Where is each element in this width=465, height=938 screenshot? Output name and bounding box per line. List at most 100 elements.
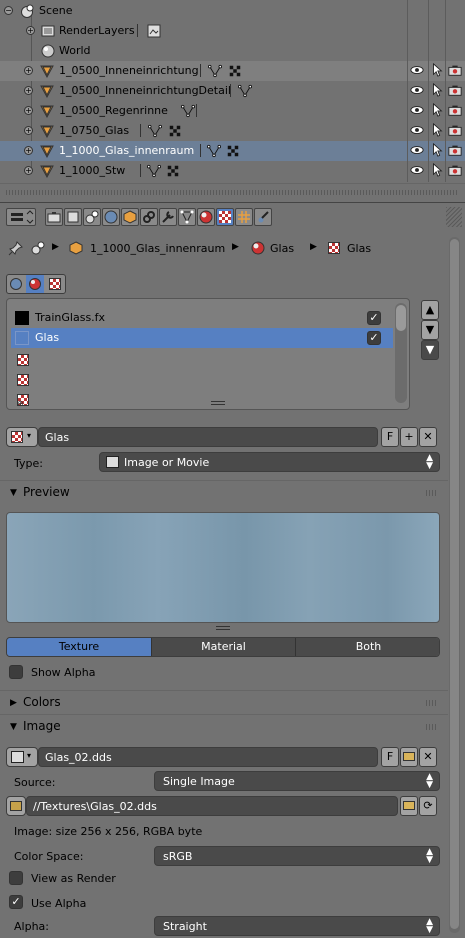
resize-grip[interactable] [6,190,459,195]
scrollbar-thumb[interactable] [450,239,459,929]
material-context-button[interactable] [26,275,44,293]
editor-type-button[interactable] [6,208,36,226]
selectability-cursor-icon[interactable] [430,82,444,97]
mesh-data-icon[interactable] [207,144,223,160]
material-data-icon[interactable] [228,64,244,80]
preview-tab-both[interactable]: Both [295,638,439,656]
open-image-button[interactable] [400,747,418,767]
renderability-camera-icon[interactable] [448,83,462,97]
renderability-camera-icon[interactable] [448,163,462,177]
preview-tab-texture[interactable]: Texture [7,638,151,656]
tab-constraints[interactable] [140,208,158,226]
image-browse-button[interactable]: ▾ [6,747,38,767]
colors-panel-header[interactable]: ▶ Colors [0,690,448,714]
expand-toggle-icon[interactable]: + [24,146,33,155]
tab-texture[interactable] [216,208,234,226]
material-data-icon[interactable] [226,144,242,160]
list-item-active[interactable]: Glas ✓ [11,328,393,348]
visibility-eye-icon[interactable] [410,123,424,137]
tab-physics[interactable] [254,208,272,226]
list-item[interactable]: TrainGlass.fx ✓ [11,308,393,328]
outliner-row-scene[interactable]: − Scene [0,1,465,21]
alpha-mode-dropdown[interactable]: Straight ▲ ▼ [154,916,440,936]
color-space-dropdown[interactable]: sRGB ▲ ▼ [154,846,440,866]
fake-user-button[interactable]: F [381,427,399,447]
list-scrollbar[interactable] [395,303,407,403]
expand-toggle-icon[interactable]: + [24,86,33,95]
filepath-field[interactable]: //Textures\Glas_02.dds [26,796,398,816]
renderability-camera-icon[interactable] [448,123,462,137]
preview-panel-header[interactable]: ▼ Preview [0,480,448,504]
collapse-toggle-icon[interactable]: − [4,6,13,15]
tab-object[interactable] [121,208,139,226]
mesh-data-icon[interactable] [238,84,254,100]
mesh-data-icon[interactable] [208,64,224,80]
new-texture-button[interactable]: + [400,427,418,447]
tab-modifiers[interactable] [159,208,177,226]
tab-data[interactable] [178,208,196,226]
preview-tab-material[interactable]: Material [151,638,295,656]
type-dropdown[interactable]: Image or Movie ▲ ▼ [99,452,440,472]
material-data-icon[interactable] [168,124,184,140]
outliner-row-world[interactable]: World [0,41,465,61]
image-panel-header[interactable]: ▼ Image [0,714,448,738]
selectability-cursor-icon[interactable] [430,102,444,117]
expand-toggle-icon[interactable]: + [24,106,33,115]
outliner-row-renderlayers[interactable]: + RenderLayers [0,21,465,41]
image-name-field[interactable]: Glas_02.dds [38,747,378,767]
selectability-cursor-icon[interactable] [430,162,444,177]
texture-browse-button[interactable]: ▾ [6,427,38,447]
pack-image-button[interactable] [6,796,26,816]
visibility-eye-icon[interactable] [410,83,424,97]
reload-image-button[interactable]: ⟳ [419,796,437,816]
list-resize-handle[interactable] [211,401,225,405]
specials-menu-button[interactable]: ▼ [421,340,439,360]
slot-enable-checkbox[interactable]: ✓ [367,311,381,325]
material-data-icon[interactable] [166,164,182,180]
selectability-cursor-icon[interactable] [430,62,444,77]
expand-toggle-icon[interactable]: + [24,166,33,175]
browse-file-button[interactable] [400,796,418,816]
drag-grip[interactable] [426,490,438,496]
world-context-icon[interactable] [9,277,23,291]
visibility-eye-icon[interactable] [410,103,424,117]
region-grip[interactable] [446,207,462,227]
unlink-image-button[interactable]: ✕ [419,747,437,767]
tab-material[interactable] [197,208,215,226]
visibility-eye-icon[interactable] [410,163,424,177]
drag-grip[interactable] [426,724,438,730]
expand-toggle-icon[interactable]: + [24,66,33,75]
texture-context-icon[interactable] [49,278,61,290]
visibility-eye-icon[interactable] [410,63,424,77]
selectability-cursor-icon[interactable] [430,142,444,157]
outliner-row-object[interactable]: +1_0500_Regenrinne [0,101,465,121]
renderability-camera-icon[interactable] [448,63,462,77]
texture-name-field[interactable]: Glas [38,427,378,447]
selectability-cursor-icon[interactable] [430,122,444,137]
drag-grip[interactable] [426,700,438,706]
tab-scene[interactable] [83,208,101,226]
properties-scrollbar[interactable] [449,237,460,933]
outliner-row-object[interactable]: +1_0500_InneneinrichtungDetail [0,81,465,101]
tab-render-layers[interactable] [64,208,82,226]
mesh-data-icon[interactable] [148,124,164,140]
move-up-button[interactable]: ▲ [421,300,439,320]
renderability-camera-icon[interactable] [448,103,462,117]
preview-resize-handle[interactable] [216,626,230,630]
move-down-button[interactable]: ▼ [421,320,439,340]
expand-toggle-icon[interactable]: + [24,126,33,135]
view-as-render-checkbox[interactable] [9,871,23,885]
tab-world[interactable] [102,208,120,226]
pin-icon[interactable] [8,240,24,256]
mesh-data-icon[interactable] [181,104,197,120]
outliner-row-object[interactable]: +1_0500_Inneneinrichtung [0,61,465,81]
outliner-row-object[interactable]: +1_1000_Glas_innenraum [0,141,465,161]
show-alpha-checkbox[interactable] [9,665,23,679]
tab-render[interactable] [45,208,63,226]
visibility-eye-icon[interactable] [410,143,424,157]
fake-user-button[interactable]: F [381,747,399,767]
add-filter-icon[interactable]: ⊕ [17,399,24,408]
scrollbar-thumb[interactable] [396,305,406,331]
outliner-row-object[interactable]: +1_0750_Glas [0,121,465,141]
empty-slot-icon[interactable] [17,374,29,386]
